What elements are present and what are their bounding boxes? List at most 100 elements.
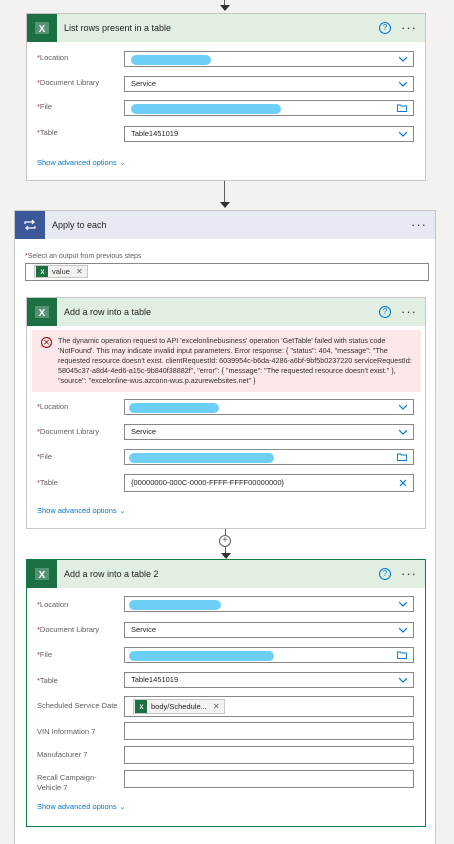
- chevron-down-icon: [399, 56, 407, 62]
- field-label-table: *Table: [37, 676, 58, 685]
- excel-icon: X: [27, 14, 57, 42]
- redacted-value: [129, 403, 219, 413]
- error-icon: ✕: [41, 337, 52, 348]
- dynamic-content-token[interactable]: X body/Schedule... ✕: [133, 699, 225, 714]
- redacted-value: [131, 55, 211, 65]
- table-dropdown[interactable]: Table1451019: [124, 126, 414, 142]
- chevron-down-icon: ⌄: [119, 804, 126, 811]
- field-label-file: *File: [37, 650, 53, 659]
- redacted-value: [129, 651, 274, 661]
- chevron-down-icon: [399, 429, 407, 435]
- svg-text:X: X: [139, 705, 143, 710]
- field-label-table: *Table: [37, 128, 58, 137]
- document-library-dropdown[interactable]: Service: [124, 622, 414, 638]
- field-label-document-library: *Document Library: [37, 78, 100, 87]
- excel-icon: X: [27, 560, 57, 588]
- field-label-vin-information: VIN Information 7: [37, 727, 96, 736]
- file-picker-icon[interactable]: [397, 651, 407, 659]
- file-picker-field[interactable]: [124, 449, 414, 465]
- field-label-file: *File: [37, 102, 53, 111]
- chevron-down-icon: [399, 131, 407, 137]
- add-step-icon[interactable]: +: [219, 535, 231, 547]
- field-label-recall-campaign: Recall Campaign- Vehicle 7: [37, 773, 97, 792]
- card-title: Add a row into a table: [64, 307, 152, 317]
- field-value: Table1451019: [131, 129, 179, 138]
- field-value: {00000000-000C-0000-FFFF-FFFF00000000}: [131, 478, 285, 487]
- more-options-icon[interactable]: ···: [401, 567, 417, 580]
- file-picker-field[interactable]: [124, 647, 414, 663]
- apply-header[interactable]: Apply to each ···: [15, 211, 435, 239]
- chevron-down-icon: [399, 601, 407, 607]
- select-output-label: *Select an output from previous steps: [25, 253, 142, 260]
- field-value: Service: [131, 79, 157, 88]
- field-label-document-library: *Document Library: [37, 625, 100, 634]
- svg-text:X: X: [39, 24, 46, 35]
- token-label: value: [52, 267, 70, 276]
- document-library-dropdown[interactable]: Service: [124, 76, 414, 92]
- help-icon[interactable]: ?: [379, 568, 391, 580]
- field-label-location: *Location: [37, 53, 69, 62]
- field-value: Service: [131, 427, 157, 436]
- select-output-input[interactable]: X value ✕: [25, 263, 429, 281]
- location-dropdown[interactable]: [124, 596, 414, 612]
- show-advanced-options-link[interactable]: Show advanced options ⌄: [37, 506, 126, 515]
- action-card-add-row[interactable]: X Add a row into a table ? ··· ✕ The dyn…: [26, 297, 426, 529]
- loop-icon: [15, 211, 45, 239]
- file-picker-field[interactable]: [124, 100, 414, 116]
- field-label-table: *Table: [37, 478, 58, 487]
- help-icon[interactable]: ?: [379, 306, 391, 318]
- field-label-document-library: *Document Library: [37, 427, 100, 436]
- manufacturer-input[interactable]: [124, 746, 414, 764]
- field-label-location: *Location: [37, 600, 69, 609]
- svg-text:X: X: [39, 308, 46, 319]
- dynamic-content-token[interactable]: X value ✕: [34, 265, 88, 278]
- show-advanced-options-link[interactable]: Show advanced options ⌄: [37, 802, 126, 811]
- chevron-down-icon: [399, 677, 407, 683]
- table-input[interactable]: {00000000-000C-0000-FFFF-FFFF00000000}: [124, 474, 414, 492]
- remove-token-icon[interactable]: ✕: [76, 267, 83, 276]
- field-value: Service: [131, 625, 157, 634]
- card-title: Add a row into a table 2: [64, 569, 159, 579]
- clear-icon[interactable]: [399, 479, 407, 487]
- file-picker-icon[interactable]: [397, 104, 407, 112]
- chevron-down-icon: ⌄: [119, 508, 126, 515]
- more-options-icon[interactable]: ···: [401, 21, 417, 34]
- error-text: The dynamic operation request to API 'ex…: [58, 336, 412, 385]
- excel-icon: X: [27, 298, 57, 326]
- card-header[interactable]: X Add a row into a table 2 ? ···: [27, 560, 425, 588]
- arrow-down-icon: [220, 202, 230, 208]
- svg-text:X: X: [39, 570, 46, 581]
- field-label-scheduled-service-date: Scheduled Service Date: [37, 701, 118, 710]
- action-card-add-row-2[interactable]: X Add a row into a table 2 ? ··· *Locati…: [26, 559, 426, 827]
- document-library-dropdown[interactable]: Service: [124, 424, 414, 440]
- more-options-icon[interactable]: ···: [411, 218, 427, 231]
- svg-text:X: X: [40, 270, 44, 275]
- field-label-manufacturer: Manufacturer 7: [37, 750, 88, 759]
- redacted-value: [129, 453, 274, 463]
- apply-title: Apply to each: [52, 220, 107, 230]
- redacted-value: [129, 600, 221, 610]
- more-options-icon[interactable]: ···: [401, 305, 417, 318]
- location-dropdown[interactable]: [124, 399, 414, 415]
- location-dropdown[interactable]: [124, 51, 414, 67]
- recall-campaign-input[interactable]: [124, 770, 414, 788]
- file-picker-icon[interactable]: [397, 453, 407, 461]
- chevron-down-icon: [399, 627, 407, 633]
- table-dropdown[interactable]: Table1451019: [124, 672, 414, 688]
- scheduled-service-date-input[interactable]: X body/Schedule... ✕: [124, 696, 414, 717]
- action-card-list-rows[interactable]: X List rows present in a table ? ··· *Lo…: [26, 13, 426, 181]
- help-icon[interactable]: ?: [379, 22, 391, 34]
- error-message: ✕ The dynamic operation request to API '…: [32, 330, 421, 392]
- show-advanced-options-link[interactable]: Show advanced options ⌄: [37, 158, 126, 167]
- card-title: List rows present in a table: [64, 23, 172, 33]
- vin-information-input[interactable]: [124, 722, 414, 740]
- token-label: body/Schedule...: [151, 701, 207, 711]
- card-header[interactable]: X Add a row into a table ? ···: [27, 298, 425, 326]
- chevron-down-icon: ⌄: [119, 160, 126, 167]
- excel-icon: X: [135, 700, 147, 713]
- card-header[interactable]: X List rows present in a table ? ···: [27, 14, 425, 42]
- field-value: Table1451019: [131, 675, 179, 684]
- field-label-location: *Location: [37, 402, 69, 411]
- remove-token-icon[interactable]: ✕: [213, 700, 220, 714]
- chevron-down-icon: [399, 404, 407, 410]
